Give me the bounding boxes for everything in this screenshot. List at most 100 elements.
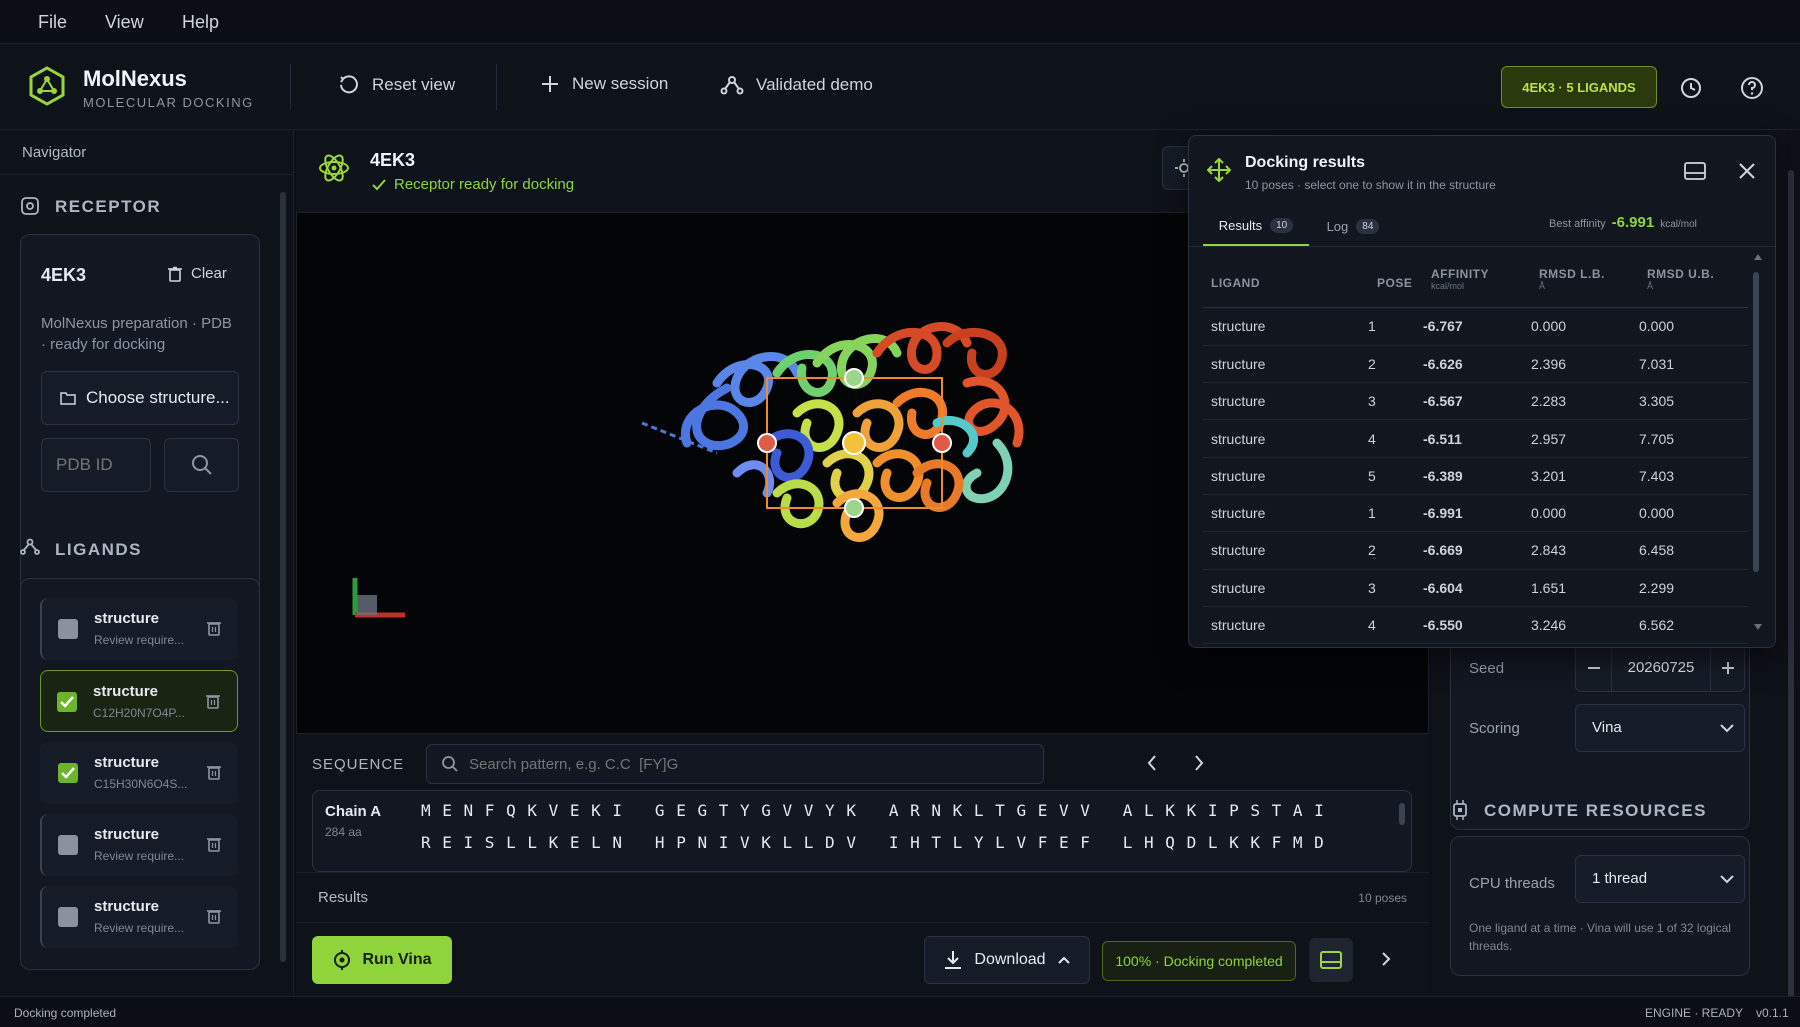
column-header-affinity[interactable]: AFFINITY kcal/mol xyxy=(1431,267,1489,291)
plus-icon xyxy=(540,74,560,94)
validated-demo-button[interactable]: Validated demo xyxy=(720,74,873,96)
chevron-down-icon[interactable] xyxy=(1754,624,1762,630)
close-icon[interactable] xyxy=(1739,163,1755,179)
chevron-up-icon[interactable] xyxy=(1754,254,1762,260)
ligand-checkbox[interactable] xyxy=(58,619,78,639)
results-scrollbar[interactable] xyxy=(1753,272,1759,572)
result-affinity: -6.669 xyxy=(1423,531,1531,570)
ligand-item[interactable]: structure Review require... xyxy=(40,886,238,948)
ligand-item[interactable]: structure Review require... xyxy=(40,598,238,660)
tab-log-count: 84 xyxy=(1356,218,1380,234)
ligand-item[interactable]: structure Review require... xyxy=(40,814,238,876)
results-row[interactable]: structure 4 -6.511 2.957 7.705 xyxy=(1203,419,1748,458)
sequence-scrollbar[interactable] xyxy=(1399,803,1405,825)
trash-icon[interactable] xyxy=(206,764,222,780)
ligand-formula: C12H20N7O4P... xyxy=(93,706,185,720)
sequence-row[interactable]: M E N F Q K V E K I G E G T Y G V V Y K … xyxy=(421,801,1325,820)
search-icon xyxy=(191,454,213,476)
check-icon xyxy=(372,178,386,191)
trash-icon xyxy=(167,266,183,282)
ligand-checkbox[interactable] xyxy=(58,763,78,783)
menu-view[interactable]: View xyxy=(105,12,144,33)
sequence-row[interactable]: R E I S L L K E L N H P N I V K L L D V … xyxy=(421,833,1325,852)
result-rmsd-lb: 2.843 xyxy=(1531,531,1639,570)
column-header-pose[interactable]: POSE xyxy=(1377,274,1412,291)
atom-icon xyxy=(318,152,350,184)
receptor-section-title: RECEPTOR xyxy=(55,197,162,216)
results-row[interactable]: structure 1 -6.767 0.000 0.000 xyxy=(1203,308,1748,346)
result-affinity: -6.767 xyxy=(1423,308,1531,346)
compute-resources-title: COMPUTE RESOURCES xyxy=(1484,801,1707,820)
scoring-select[interactable]: Vina xyxy=(1575,704,1745,752)
results-row[interactable]: structure 3 -6.567 2.283 3.305 xyxy=(1203,382,1748,421)
menu-file[interactable]: File xyxy=(38,12,67,33)
target-icon xyxy=(332,950,352,970)
receptor-description: MolNexus preparation · PDB · ready for d… xyxy=(41,313,232,355)
tab-log[interactable]: Log 84 xyxy=(1315,206,1391,246)
minus-icon[interactable] xyxy=(1576,645,1612,691)
chevron-left-icon[interactable] xyxy=(1146,754,1158,772)
dock-panel-icon[interactable] xyxy=(1684,162,1706,180)
column-header-ligand[interactable]: LIGAND xyxy=(1211,274,1260,291)
run-vina-button[interactable]: Run Vina xyxy=(312,936,452,984)
engine-status: ENGINE · READY xyxy=(1645,1006,1744,1020)
clear-receptor-button[interactable]: Clear xyxy=(167,265,227,282)
download-button[interactable]: Download xyxy=(924,936,1090,984)
results-row[interactable]: structure 3 -6.604 1.651 2.299 xyxy=(1203,569,1748,607)
ligand-checkbox[interactable] xyxy=(58,907,78,927)
receptor-ligand-badge[interactable]: 4EK3 · 5 LIGANDS xyxy=(1501,66,1657,108)
ligand-formula: C15H30N6O4S... xyxy=(94,777,188,791)
chevron-right-icon[interactable] xyxy=(1193,754,1205,772)
result-rmsd-lb: 2.283 xyxy=(1531,382,1639,421)
sequence-viewer[interactable]: Chain A 284 aa M E N F Q K V E K I G E G… xyxy=(312,790,1412,872)
navigator-label: Navigator xyxy=(22,144,87,161)
sidebar-scrollbar[interactable] xyxy=(280,192,286,962)
results-row[interactable]: structure 2 -6.626 2.396 7.031 xyxy=(1203,345,1748,384)
reset-view-button[interactable]: Reset view xyxy=(338,74,455,96)
pdb-id-field[interactable] xyxy=(42,439,150,491)
toggle-panel-button[interactable] xyxy=(1309,938,1353,982)
cpu-threads-select[interactable]: 1 thread xyxy=(1575,855,1745,903)
ligand-checkbox[interactable] xyxy=(57,692,77,712)
tab-results[interactable]: Results 10 xyxy=(1203,206,1309,246)
sequence-search-input[interactable] xyxy=(469,755,1043,773)
choose-structure-button[interactable]: Choose structure... xyxy=(41,371,239,425)
trash-icon[interactable] xyxy=(206,908,222,924)
download-icon xyxy=(944,950,962,970)
chevron-right-icon[interactable] xyxy=(1381,951,1391,967)
column-header-rmsd-ub[interactable]: RMSD U.B. Å xyxy=(1647,267,1714,291)
results-row[interactable]: structure 5 -6.389 3.201 7.403 xyxy=(1203,457,1748,495)
trash-icon[interactable] xyxy=(206,836,222,852)
chip-icon xyxy=(1450,800,1470,820)
pdb-id-input[interactable] xyxy=(41,438,151,492)
results-row[interactable]: structure 1 -6.991 0.000 0.000 xyxy=(1203,494,1748,533)
seed-value[interactable]: 20260725 xyxy=(1612,659,1710,676)
ligand-name: structure xyxy=(94,898,160,915)
column-header-rmsd-lb[interactable]: RMSD L.B. Å xyxy=(1539,267,1605,291)
ligand-checkbox[interactable] xyxy=(58,835,78,855)
plus-icon[interactable] xyxy=(1710,645,1744,691)
menu-help[interactable]: Help xyxy=(182,12,219,33)
move-icon[interactable] xyxy=(1207,158,1231,182)
results-strip: Results 10 poses xyxy=(296,872,1429,922)
results-strip-label: Results xyxy=(318,889,369,906)
result-rmsd-ub: 0.000 xyxy=(1639,494,1748,533)
results-row[interactable]: structure 2 -6.669 2.843 6.458 xyxy=(1203,531,1748,570)
result-rmsd-ub: 0.000 xyxy=(1639,308,1748,346)
new-session-button[interactable]: New session xyxy=(540,74,668,94)
settings-scrollbar[interactable] xyxy=(1788,170,1794,1020)
sequence-search[interactable] xyxy=(426,744,1044,784)
results-row[interactable]: structure 4 -6.550 3.246 6.562 xyxy=(1203,606,1748,645)
seed-stepper[interactable]: 20260725 xyxy=(1575,644,1745,692)
ligands-section-title: LIGANDS xyxy=(55,540,142,559)
result-rmsd-lb: 0.000 xyxy=(1531,308,1639,346)
trash-icon[interactable] xyxy=(206,620,222,636)
ligand-item[interactable]: structure C15H30N6O4S... xyxy=(40,742,238,804)
divider xyxy=(0,174,294,175)
help-icon[interactable] xyxy=(1740,76,1764,100)
history-icon[interactable] xyxy=(1679,76,1703,100)
pdb-search-button[interactable] xyxy=(164,438,239,492)
trash-icon[interactable] xyxy=(205,693,221,709)
results-strip-count: 10 poses xyxy=(1358,891,1407,905)
ligand-item[interactable]: structure C12H20N7O4P... xyxy=(40,670,238,732)
